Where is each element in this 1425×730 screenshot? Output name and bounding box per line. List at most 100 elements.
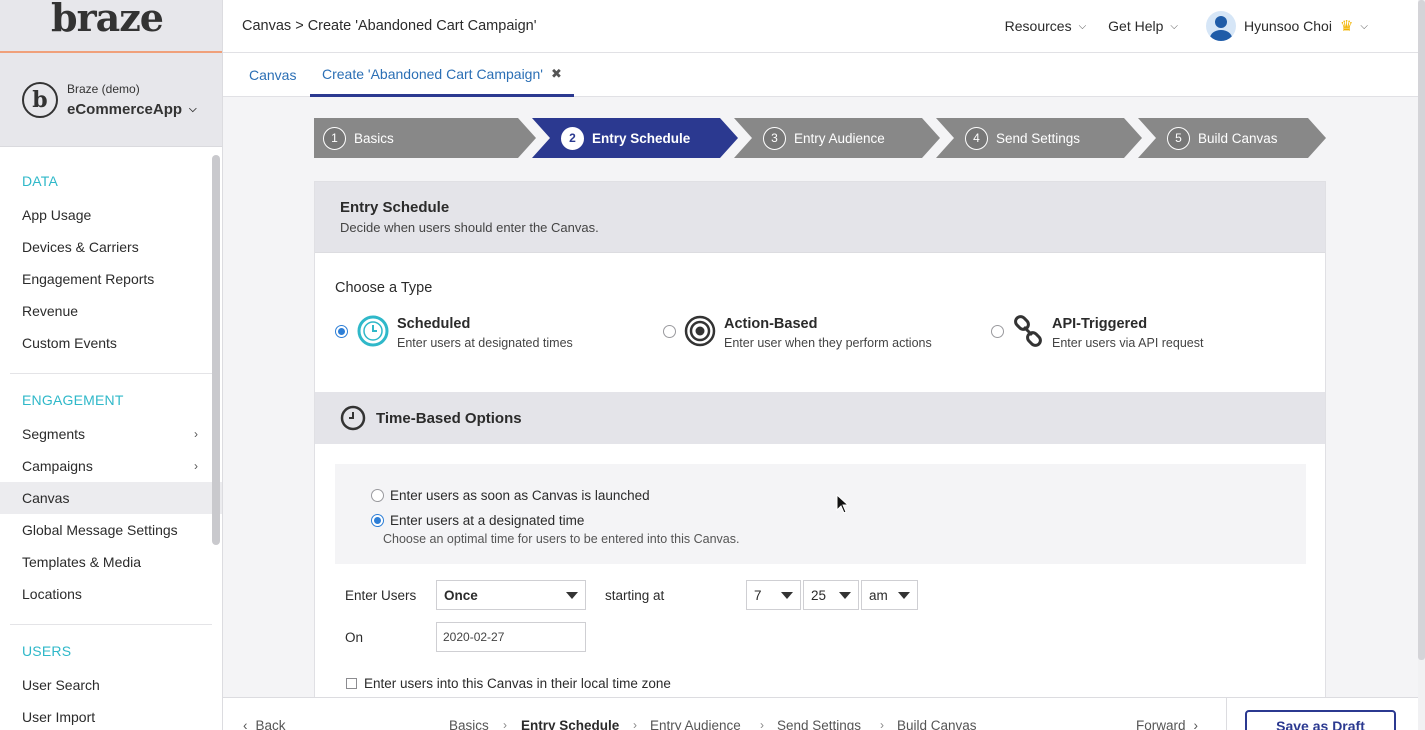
- forward-button[interactable]: Forward ›: [1136, 718, 1198, 730]
- sidebar-item-user-import[interactable]: User Import: [0, 701, 222, 730]
- choose-type-label: Choose a Type: [335, 280, 433, 296]
- sidebar-item-canvas[interactable]: Canvas: [0, 482, 222, 514]
- sidebar-item-templates-media[interactable]: Templates & Media: [0, 546, 222, 578]
- sidebar-item-revenue[interactable]: Revenue: [0, 295, 222, 327]
- tab-label: Create 'Abandoned Cart Campaign': [322, 65, 543, 82]
- step-basics[interactable]: 1 Basics: [314, 118, 536, 158]
- footer-step-send-settings[interactable]: Send Settings: [777, 718, 861, 730]
- account-switcher[interactable]: b Braze (demo) eCommerceApp ⌵: [0, 53, 222, 147]
- type-name: Action-Based: [724, 316, 818, 332]
- option-designated-sub: Choose an optimal time for users to be e…: [383, 532, 740, 546]
- sidebar-item-global-message-settings[interactable]: Global Message Settings: [0, 514, 222, 546]
- card-title: Entry Schedule: [340, 199, 450, 216]
- sidebar-item-user-search[interactable]: User Search: [0, 669, 222, 701]
- tab-canvas[interactable]: Canvas: [249, 53, 296, 97]
- local-timezone-option[interactable]: Enter users into this Canvas in their lo…: [346, 676, 671, 691]
- ampm-select[interactable]: am: [861, 580, 918, 610]
- sidebar-item-label: Campaigns: [22, 458, 93, 474]
- sidebar-item-label: Locations: [22, 586, 82, 602]
- get-help-menu[interactable]: Get Help ⌵: [1108, 18, 1178, 34]
- account-app[interactable]: eCommerceApp ⌵: [67, 101, 197, 118]
- step-send-settings[interactable]: 4 Send Settings: [936, 118, 1142, 158]
- launch-radio[interactable]: [371, 489, 384, 502]
- date-input[interactable]: 2020-02-27: [436, 622, 586, 652]
- sidebar-scrollbar[interactable]: [212, 155, 220, 545]
- nav-divider: [10, 373, 212, 374]
- footer-bar: ‹ Back Basics › Entry Schedule › Entry Au…: [223, 697, 1418, 730]
- type-option-api-triggered[interactable]: API-Triggered Enter users via API reques…: [991, 315, 1203, 350]
- step-label: Build Canvas: [1198, 130, 1278, 146]
- sidebar-item-label: Global Message Settings: [22, 522, 178, 538]
- caret-down-icon: [898, 592, 910, 599]
- sidebar-item-locations[interactable]: Locations: [0, 578, 222, 610]
- frequency-select[interactable]: Once: [436, 580, 586, 610]
- starting-at-label: starting at: [605, 588, 665, 603]
- tab-bar: Canvas Create 'Abandoned Cart Campaign' …: [223, 53, 1418, 97]
- sidebar-item-label: User Import: [22, 709, 96, 725]
- step-build-canvas[interactable]: 5 Build Canvas: [1138, 118, 1326, 158]
- step-entry-schedule[interactable]: 2 Entry Schedule: [532, 118, 738, 158]
- back-button[interactable]: ‹ Back: [243, 718, 286, 730]
- back-label: Back: [255, 718, 286, 730]
- api-triggered-radio[interactable]: [991, 325, 1004, 338]
- type-desc: Enter user when they perform actions: [724, 336, 932, 350]
- type-option-scheduled[interactable]: Scheduled Enter users at designated time…: [335, 315, 573, 350]
- hour-value: 7: [754, 587, 762, 603]
- forward-label: Forward: [1136, 718, 1186, 730]
- sidebar-item-app-usage[interactable]: App Usage: [0, 199, 222, 231]
- footer-step-entry-schedule[interactable]: Entry Schedule: [521, 718, 619, 730]
- close-icon[interactable]: ✖: [551, 66, 562, 82]
- entry-schedule-card: Entry Schedule Decide when users should …: [314, 181, 1326, 721]
- sidebar-item-segments[interactable]: Segments ›: [0, 418, 222, 450]
- entry-time-options: Enter users as soon as Canvas is launche…: [335, 464, 1306, 564]
- option-designated[interactable]: Enter users at a designated time: [371, 513, 584, 528]
- designated-radio[interactable]: [371, 514, 384, 527]
- sidebar-item-devices-carriers[interactable]: Devices & Carriers: [0, 231, 222, 263]
- chevron-right-icon: ›: [1193, 718, 1199, 730]
- crown-icon: ♛: [1339, 18, 1354, 35]
- type-section: Choose a Type Scheduled Enter users at d…: [315, 253, 1325, 392]
- resources-menu[interactable]: Resources ⌵: [1005, 18, 1087, 34]
- sidebar-item-label: Revenue: [22, 303, 79, 319]
- footer-step-basics[interactable]: Basics: [449, 718, 489, 730]
- page-scrollbar[interactable]: [1418, 0, 1425, 660]
- braze-logo[interactable]: braze: [51, 0, 164, 40]
- step-number: 3: [763, 127, 786, 150]
- footer-step-entry-audience[interactable]: Entry Audience: [650, 718, 741, 730]
- type-option-action-based[interactable]: Action-Based Enter user when they perfor…: [663, 315, 932, 350]
- chevron-right-icon: ›: [760, 718, 764, 730]
- sidebar-item-label: Custom Events: [22, 335, 117, 351]
- account-app-name: eCommerceApp: [67, 100, 183, 118]
- sidebar-nav: DATA App Usage Devices & Carriers Engage…: [0, 147, 222, 730]
- account-logo-icon: b: [22, 81, 58, 118]
- step-label: Entry Schedule: [592, 130, 691, 146]
- tab-create-canvas[interactable]: Create 'Abandoned Cart Campaign' ✖: [310, 53, 574, 97]
- avatar: [1206, 11, 1237, 41]
- tab-label: Canvas: [249, 67, 297, 83]
- sidebar-item-label: App Usage: [22, 207, 92, 223]
- local-timezone-checkbox[interactable]: [346, 678, 357, 689]
- chevron-right-icon: ›: [194, 459, 198, 473]
- user-menu[interactable]: Hyunsoo Choi ♛ ⌵: [1206, 11, 1368, 41]
- account-org: Braze (demo): [67, 81, 140, 96]
- type-desc: Enter users at designated times: [397, 336, 573, 350]
- resources-label: Resources: [1004, 18, 1072, 34]
- action-based-radio[interactable]: [663, 325, 676, 338]
- footer-divider: [1226, 698, 1227, 730]
- footer-step-build-canvas[interactable]: Build Canvas: [897, 718, 977, 730]
- step-entry-audience[interactable]: 3 Entry Audience: [734, 118, 940, 158]
- clock-icon: [357, 315, 389, 347]
- minute-value: 25: [811, 587, 827, 603]
- sidebar-item-engagement-reports[interactable]: Engagement Reports: [0, 263, 222, 295]
- hour-select[interactable]: 7: [746, 580, 801, 610]
- option-launch[interactable]: Enter users as soon as Canvas is launche…: [371, 488, 650, 503]
- sidebar-item-campaigns[interactable]: Campaigns ›: [0, 450, 222, 482]
- breadcrumb: Canvas > Create 'Abandoned Cart Campaign…: [242, 18, 537, 34]
- minute-select[interactable]: 25: [803, 580, 859, 610]
- sidebar: braze b Braze (demo) eCommerceApp ⌵ DATA…: [0, 0, 223, 730]
- chevron-down-icon: ⌵: [1078, 20, 1087, 32]
- save-as-draft-button[interactable]: Save as Draft: [1245, 710, 1396, 730]
- sidebar-item-custom-events[interactable]: Custom Events: [0, 327, 222, 359]
- time-based-header: Time-Based Options: [315, 392, 1325, 444]
- scheduled-radio[interactable]: [335, 325, 348, 338]
